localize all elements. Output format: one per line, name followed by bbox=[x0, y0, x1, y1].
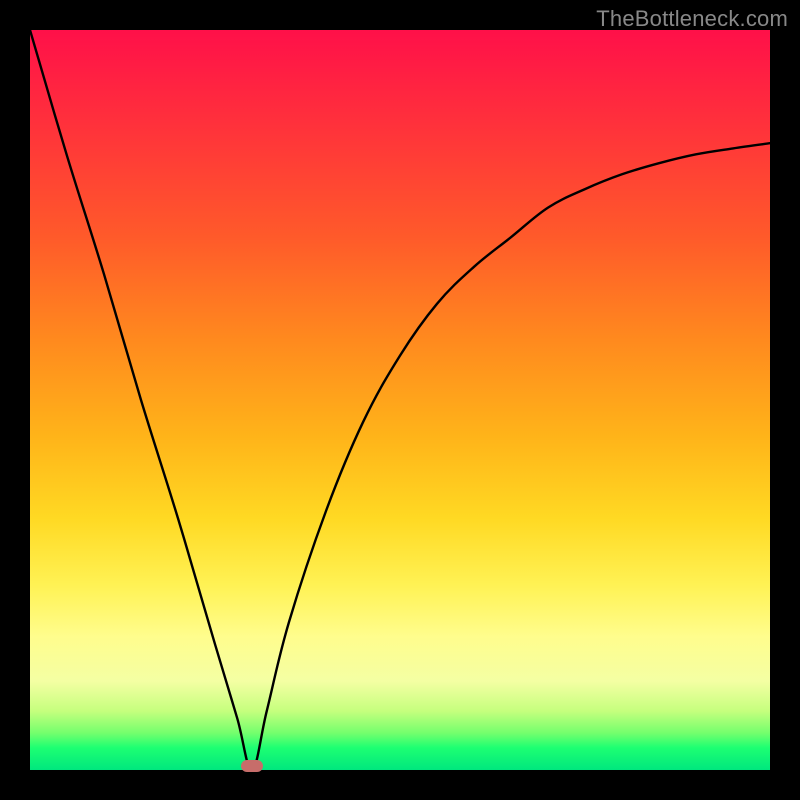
bottleneck-curve bbox=[30, 30, 770, 770]
curve-svg bbox=[30, 30, 770, 770]
optimal-point-marker bbox=[241, 760, 263, 772]
chart-frame: TheBottleneck.com bbox=[0, 0, 800, 800]
watermark-text: TheBottleneck.com bbox=[596, 6, 788, 32]
plot-area bbox=[30, 30, 770, 770]
